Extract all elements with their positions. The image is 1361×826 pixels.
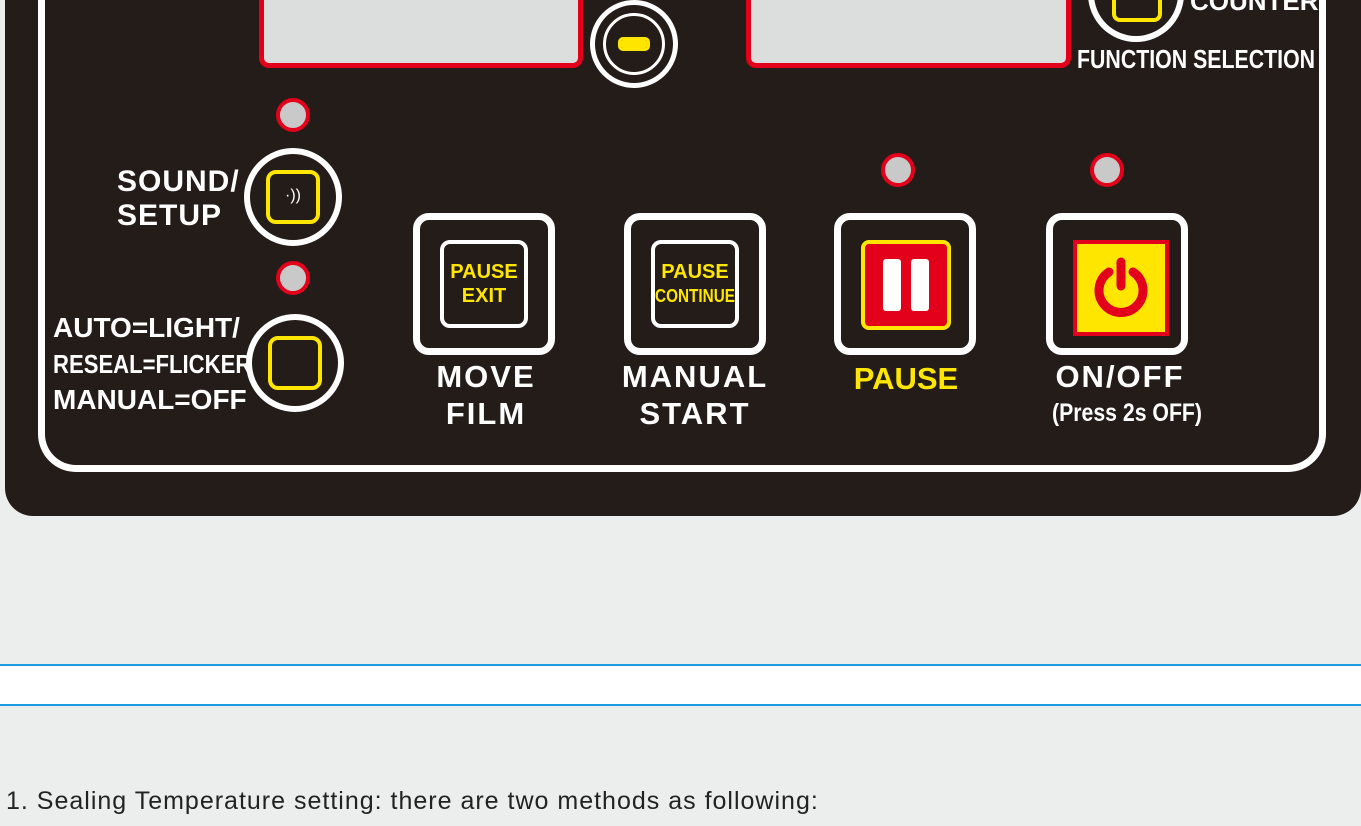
pause-caption: PAUSE <box>853 361 959 396</box>
right-display <box>746 0 1071 68</box>
mode-square-icon <box>268 336 322 390</box>
section-divider <box>0 664 1361 706</box>
pause-continue-label: PAUSE CONTINUE <box>651 240 739 328</box>
move-film-button[interactable]: PAUSE EXIT <box>413 213 555 355</box>
manual-start-button[interactable]: PAUSE CONTINUE <box>624 213 766 355</box>
sound-led <box>276 98 310 132</box>
instruction-text: 1. Sealing Temperature setting: there ar… <box>6 787 819 815</box>
minus-button[interactable] <box>590 0 678 88</box>
function-selection-label: FUNCTION SELECTION <box>1077 44 1316 74</box>
power-icon <box>1073 240 1169 336</box>
left-display <box>259 0 583 68</box>
manual-start-caption: MANUAL START <box>621 359 769 431</box>
sound-setup-button[interactable]: ·)) <box>244 148 342 246</box>
pause-icon <box>861 240 951 330</box>
sound-setup-label: SOUND/ SETUP <box>117 165 240 232</box>
counter-label: COUNTER/ <box>1190 0 1326 16</box>
power-led <box>1090 153 1124 187</box>
on-off-caption: ON/OFF (Press 2s OFF) <box>1052 359 1202 427</box>
sound-icon: ·)) <box>266 170 320 224</box>
mode-led <box>276 261 310 295</box>
counter-square-icon <box>1112 0 1162 22</box>
move-film-caption: MOVE FILM <box>436 359 536 431</box>
pause-button[interactable] <box>834 213 976 355</box>
on-off-button[interactable] <box>1046 213 1188 355</box>
pause-exit-label: PAUSE EXIT <box>440 240 528 328</box>
mode-button[interactable] <box>246 314 344 412</box>
minus-icon <box>603 13 665 75</box>
pause-led <box>881 153 915 187</box>
